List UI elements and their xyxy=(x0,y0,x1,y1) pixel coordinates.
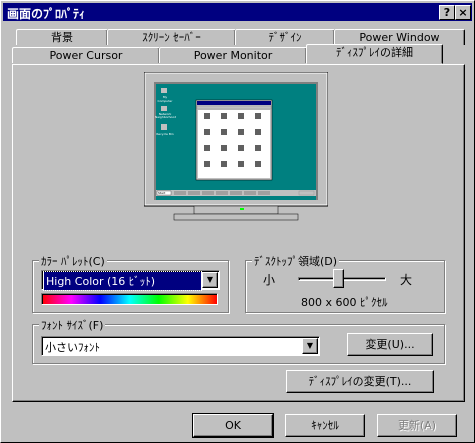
apply-button[interactable]: 更新(A) xyxy=(377,414,457,437)
tab-display-details[interactable]: ﾃﾞｨｽﾌﾟﾚｲの詳細 xyxy=(306,44,443,64)
cancel-button[interactable]: ｷｬﾝｾﾙ xyxy=(285,414,365,437)
resolution-text: 800 x 600 ﾋﾟｸｾﾙ xyxy=(301,296,388,309)
close-button[interactable]: × xyxy=(455,5,471,20)
change-display-button[interactable]: ﾃﾞｨｽﾌﾟﾚｲの変更(T)... xyxy=(286,370,434,393)
font-change-button[interactable]: 変更(U)... xyxy=(347,333,433,356)
tab-power-cursor[interactable]: Power Cursor xyxy=(12,47,160,63)
font-size-select[interactable]: 小さいﾌｫﾝﾄ ▼ xyxy=(41,336,320,356)
desktop-area-min-label: 小 xyxy=(263,273,276,287)
color-palette-label: ｶﾗｰ ﾊﾟﾚｯﾄ(C) xyxy=(39,253,107,269)
tab-background[interactable]: 背景 xyxy=(16,29,108,45)
desktop-icon-recycle-bin: Recycle Bin xyxy=(156,132,174,136)
window-title: 画面のﾌﾟﾛﾊﾟﾃｨ xyxy=(7,7,86,21)
chevron-down-icon[interactable]: ▼ xyxy=(302,338,318,354)
desktop-area-label: ﾃﾞｽｸﾄｯﾌﾟ領域(D) xyxy=(252,253,340,269)
desktop-icon-network: Network Neighborhood xyxy=(155,112,177,119)
tab-power-window[interactable]: Power Window xyxy=(334,29,465,45)
ok-button[interactable]: OK xyxy=(192,413,274,438)
font-size-value: 小さいﾌｫﾝﾄ xyxy=(45,341,100,354)
tab-design[interactable]: ﾃﾞｻﾞｲﾝ xyxy=(235,29,335,45)
tab-power-monitor[interactable]: Power Monitor xyxy=(159,47,307,63)
slider-thumb[interactable] xyxy=(333,269,344,288)
help-button[interactable]: ? xyxy=(439,5,455,20)
desktop-area-max-label: 大 xyxy=(400,273,413,287)
resolution-slider[interactable] xyxy=(296,269,388,289)
taskbar-start: Start xyxy=(158,191,166,195)
chevron-down-icon[interactable]: ▼ xyxy=(202,272,218,288)
monitor-preview: My Computer Network Neighborhood Recycle… xyxy=(143,71,329,224)
color-spectrum-bar xyxy=(41,293,218,305)
tab-screen-saver[interactable]: ｽｸﾘｰﾝ ｾｰﾊﾞｰ xyxy=(107,29,236,45)
color-palette-select[interactable]: High Color (16 ﾋﾞｯﾄ) ▼ xyxy=(41,270,220,291)
title-bar: 画面のﾌﾟﾛﾊﾟﾃｨ ? × xyxy=(3,3,472,21)
desktop-icon-my-computer: My Computer xyxy=(157,95,173,103)
color-palette-value: High Color (16 ﾋﾞｯﾄ) xyxy=(43,271,202,291)
display-properties-dialog: 画面のﾌﾟﾛﾊﾟﾃｨ ? × 背景 ｽｸﾘｰﾝ ｾｰﾊﾞｰ ﾃﾞｻﾞｲﾝ Pow… xyxy=(0,0,475,443)
font-size-label: ﾌｫﾝﾄ ｻｲｽﾞ(F) xyxy=(39,317,106,333)
